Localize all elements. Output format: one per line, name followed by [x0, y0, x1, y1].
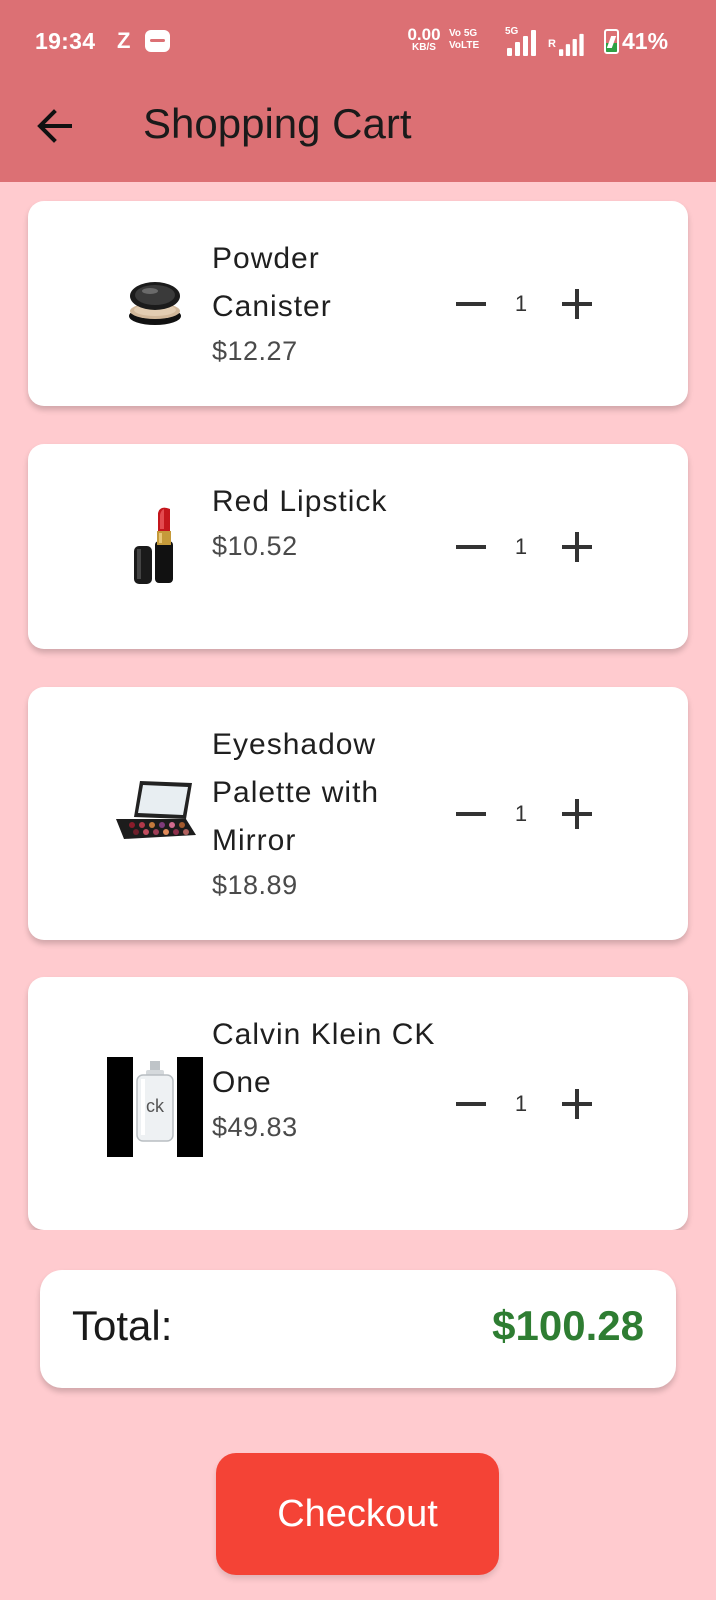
quantity-stepper: 1	[440, 1074, 600, 1134]
cart-list[interactable]: Powder Canister $12.27 1 Red Lipstick $1…	[0, 182, 716, 1230]
status-time: 19:34	[35, 28, 96, 54]
item-price: $10.52	[212, 531, 298, 561]
total-value: $100.28	[492, 1302, 644, 1349]
battery-percent: 41%	[622, 28, 669, 54]
roaming-indicator: R	[548, 38, 556, 50]
notification-app-icon	[145, 30, 170, 52]
increment-button[interactable]	[546, 274, 602, 334]
app-bar: 19:34 Z 0.00 KB/S Vo 5G VoLTE 5G R 41% S…	[0, 0, 716, 182]
signal-strength-icon-2	[559, 32, 590, 56]
cart-item: ck Calvin Klein CK One $49.83 1	[28, 977, 688, 1230]
network-speed-unit: KB/S	[412, 42, 436, 53]
increment-button[interactable]	[546, 1074, 602, 1134]
total-card: Total: $100.28	[40, 1270, 676, 1388]
signal-strength-icon	[507, 28, 543, 56]
quantity-value: 1	[514, 1091, 528, 1116]
volte-icon: Vo 5G VoLTE	[449, 28, 480, 51]
eyeshadow-palette-image	[116, 781, 196, 839]
item-name: Eyeshadow Palette with Mirror	[212, 728, 380, 857]
status-bar: 19:34 Z 0.00 KB/S Vo 5G VoLTE 5G R 41%	[0, 18, 716, 68]
svg-text:ck: ck	[146, 1096, 165, 1116]
item-price: $12.27	[212, 336, 298, 366]
decrement-button[interactable]	[440, 274, 496, 334]
notification-z-icon: Z	[117, 28, 131, 53]
total-label: Total:	[72, 1302, 173, 1349]
ck-one-perfume-image: ck	[107, 1057, 203, 1157]
increment-button[interactable]	[546, 517, 602, 577]
cart-item: Powder Canister $12.27 1	[28, 201, 688, 406]
battery-level-fill	[606, 43, 617, 52]
item-price: $18.89	[212, 870, 298, 900]
quantity-value: 1	[514, 801, 528, 826]
quantity-stepper: 1	[440, 274, 600, 334]
quantity-stepper: 1	[440, 517, 600, 577]
item-name: Calvin Klein CK One	[212, 1018, 436, 1099]
item-info: Calvin Klein CK One $49.83	[212, 1011, 442, 1147]
item-info: Eyeshadow Palette with Mirror $18.89	[212, 721, 442, 905]
quantity-stepper: 1	[440, 784, 600, 844]
decrement-button[interactable]	[440, 517, 496, 577]
page-title: Shopping Cart	[143, 100, 412, 147]
quantity-value: 1	[514, 534, 528, 559]
decrement-button[interactable]	[440, 784, 496, 844]
decrement-button[interactable]	[440, 1074, 496, 1134]
quantity-value: 1	[514, 291, 528, 316]
item-info: Red Lipstick $10.52	[212, 478, 442, 566]
network-speed-value: 0.00	[407, 25, 441, 44]
item-name: Red Lipstick	[212, 485, 388, 518]
item-price: $49.83	[212, 1112, 298, 1142]
item-info: Powder Canister $12.27	[212, 235, 442, 371]
cart-item: Eyeshadow Palette with Mirror $18.89 1	[28, 687, 688, 940]
network-speed: 0.00 KB/S	[402, 26, 446, 53]
back-button[interactable]	[30, 100, 82, 152]
powder-canister-image	[129, 282, 181, 325]
item-name: Powder Canister	[212, 242, 332, 323]
cart-item: Red Lipstick $10.52 1	[28, 444, 688, 649]
checkout-button[interactable]: Checkout	[216, 1453, 499, 1575]
red-lipstick-image	[134, 507, 173, 584]
arrow-left-icon	[37, 109, 72, 143]
increment-button[interactable]	[546, 784, 602, 844]
battery-icon	[604, 29, 619, 54]
